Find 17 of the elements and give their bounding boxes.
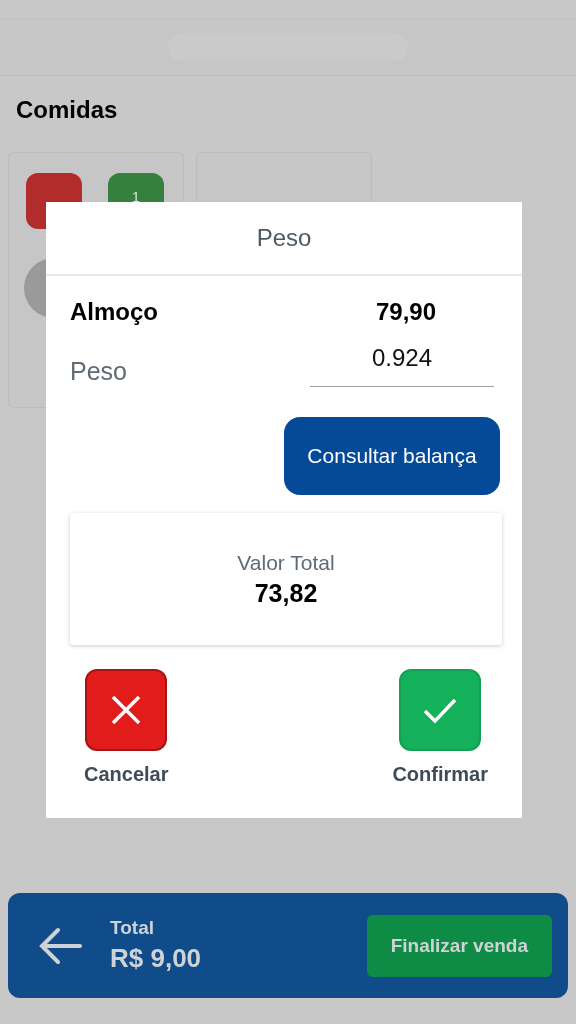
total-label: Total: [110, 917, 155, 939]
cancel-button[interactable]: [85, 669, 168, 751]
scale-button[interactable]: Consultar balança: [284, 417, 500, 495]
weight-field[interactable]: 0.924: [310, 336, 494, 387]
total-value: R$ 9,00: [110, 943, 203, 974]
action-label: Confirmar: [392, 763, 488, 786]
item-price: 79,90: [375, 298, 436, 326]
total-value: 73,82: [254, 578, 318, 608]
confirm-button[interactable]: [399, 669, 482, 751]
item-name: Almoço: [70, 298, 158, 326]
close-icon: [110, 694, 143, 726]
weight-label: Peso: [70, 357, 127, 386]
dialog-title: Peso: [46, 202, 522, 276]
action-label: Cancelar: [84, 763, 169, 786]
total-label: Valor Total: [237, 550, 335, 575]
check-icon: [422, 696, 459, 724]
section-title: Comidas: [16, 96, 119, 124]
